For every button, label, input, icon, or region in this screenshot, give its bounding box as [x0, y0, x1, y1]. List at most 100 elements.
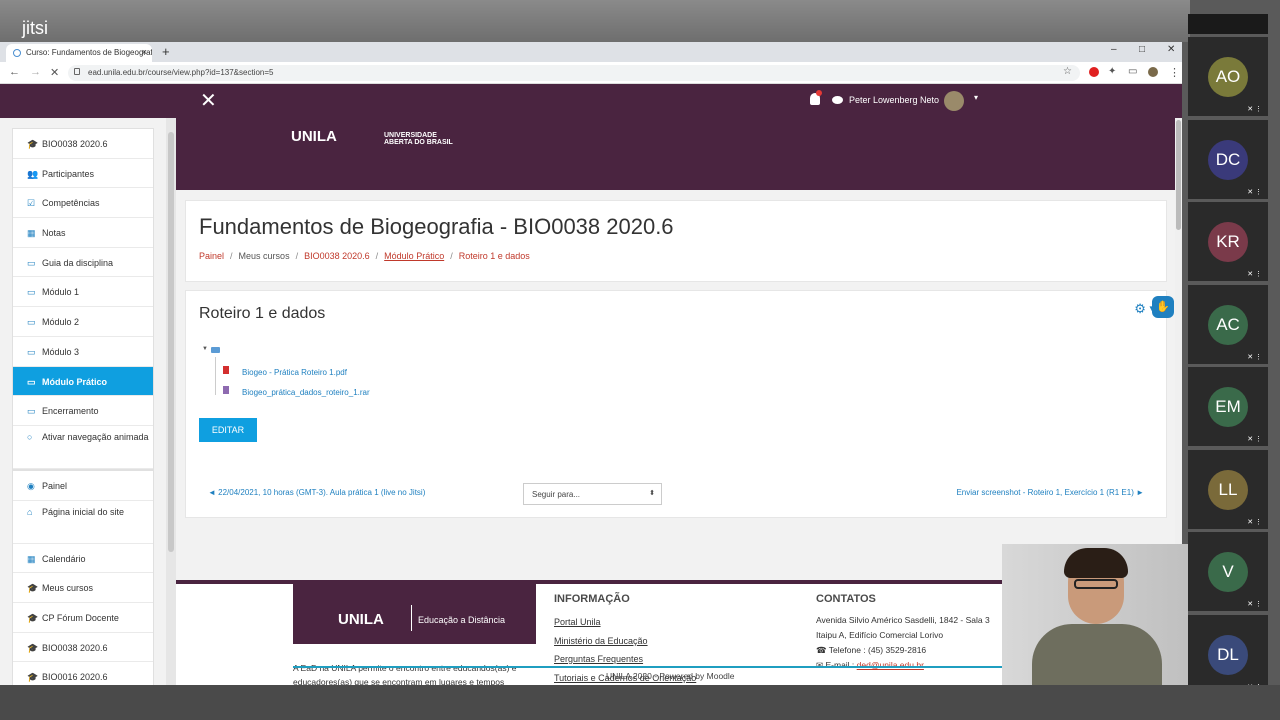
- header-banner: UNILA UNIVERSIDADE ABERTA DO BRASIL: [176, 118, 1176, 190]
- url-text[interactable]: ead.unila.edu.br/course/view.php?id=137&…: [88, 68, 273, 77]
- sidebar-item-group1-0[interactable]: 🎓 BIO0038 2020.6: [13, 129, 153, 159]
- section-title: Roteiro 1 e dados: [199, 305, 326, 322]
- participant-tile[interactable]: DL✕ ⋮: [1188, 614, 1268, 694]
- email-label: ✉ E-mail :: [816, 660, 855, 670]
- faq-link[interactable]: Perguntas Frequentes: [554, 654, 643, 664]
- notification-badge: [816, 90, 822, 96]
- participant-tile[interactable]: AO ✕ ⋮: [1188, 37, 1268, 116]
- participant-tile[interactable]: KR ✕ ⋮: [1188, 202, 1268, 281]
- sidebar-item-group2-4[interactable]: 🎓 CP Fórum Docente: [13, 603, 153, 633]
- menu-icon[interactable]: ⋮: [1169, 66, 1180, 79]
- participant-tile[interactable]: AC ✕ ⋮: [1188, 284, 1268, 364]
- email-link[interactable]: ded@unila.edu.br: [857, 660, 924, 670]
- page-scroll-thumb[interactable]: [1176, 120, 1181, 230]
- minimize-button[interactable]: –: [1111, 44, 1117, 55]
- breadcrumb-item-0[interactable]: Painel: [199, 251, 224, 261]
- check-square-icon: ☑: [27, 198, 36, 209]
- tree-expand-icon[interactable]: ▼: [202, 346, 208, 352]
- participant-avatar: EM: [1208, 387, 1248, 427]
- sidebar-item-group1-10[interactable]: ○ Ativar navegação animada: [13, 426, 153, 469]
- breadcrumb-item-3[interactable]: Módulo Prático: [384, 251, 444, 261]
- folder-icon: ▭: [27, 317, 36, 328]
- folder-icon[interactable]: [211, 347, 220, 353]
- sidebar-item-group1-2[interactable]: ☑ Competências: [13, 188, 153, 219]
- file-link-rar[interactable]: Biogeo_prática_dados_roteiro_1.rar: [242, 388, 370, 397]
- tab-course[interactable]: Curso: Fundamentos de Biogeografia ×: [6, 44, 152, 62]
- jump-to-value: Seguir para...: [532, 490, 581, 499]
- participant-tile[interactable]: LL ✕ ⋮: [1188, 449, 1268, 529]
- user-avatar[interactable]: [944, 91, 964, 111]
- table-icon: ▦: [27, 228, 36, 239]
- footer-logo-text: UNILA: [338, 611, 384, 628]
- sidebar-item-group2-1[interactable]: ⌂ Página inicial do site: [13, 501, 153, 544]
- sidebar-course-group: 🎓 BIO0038 2020.6 👥 Participantes ☑ Competênci…: [12, 128, 154, 470]
- breadcrumb-item-2[interactable]: BIO0038 2020.6: [304, 251, 370, 261]
- uab-logo: UNIVERSIDADE ABERTA DO BRASIL: [384, 132, 453, 146]
- forward-button[interactable]: →: [30, 66, 41, 78]
- breadcrumb-item-4[interactable]: Roteiro 1 e dados: [459, 251, 530, 261]
- address-line-2: Itaipu A, Edifício Comercial Lorivo: [816, 630, 944, 640]
- participant-tile-self[interactable]: [1188, 14, 1268, 34]
- accessibility-button[interactable]: ✋: [1152, 296, 1174, 318]
- sidebar-item-group1-9[interactable]: ▭ Encerramento: [13, 396, 153, 426]
- sidebar-item-group1-7[interactable]: ▭ Módulo 3: [13, 337, 153, 367]
- star-icon[interactable]: ☆: [1063, 66, 1072, 77]
- sidebar-item-label: Meus cursos: [42, 583, 94, 594]
- chat-icon[interactable]: [832, 96, 843, 104]
- close-drawer-button[interactable]: ✕: [200, 88, 217, 113]
- participant-avatar: AC: [1208, 304, 1248, 345]
- participant-tile[interactable]: DC ✕ ⋮: [1188, 119, 1268, 199]
- tab-bar: Curso: Fundamentos de Biogeografia × + –…: [0, 42, 1182, 62]
- sidebar-item-group2-6[interactable]: 🎓 BIO0016 2020.6: [13, 662, 153, 685]
- sidebar-item-label: Módulo Prático: [42, 376, 107, 387]
- stop-button[interactable]: ✕: [50, 66, 59, 79]
- sidebar-item-group2-3[interactable]: 🎓 Meus cursos: [13, 573, 153, 604]
- sidebar-item-group1-3[interactable]: ▦ Notas: [13, 218, 153, 248]
- speaker-body: [1032, 624, 1162, 685]
- cast-icon[interactable]: ▭: [1128, 66, 1137, 77]
- sidebar-item-group1-1[interactable]: 👥 Participantes: [13, 159, 153, 189]
- file-link-pdf[interactable]: Biogeo - Prática Roteiro 1.pdf: [242, 368, 347, 377]
- participant-tile[interactable]: EM ✕ ⋮: [1188, 367, 1268, 446]
- mec-link[interactable]: Ministério da Educação: [554, 636, 648, 646]
- prev-activity-link[interactable]: ◄ 22/04/2021, 10 horas (GMT-3). Aula prá…: [208, 488, 425, 497]
- sidebar-item-group1-4[interactable]: ▭ Guia da disciplina: [13, 248, 153, 278]
- course-sidebar: 🎓 BIO0038 2020.6 👥 Participantes ☑ Competênci…: [0, 118, 176, 685]
- calendar-icon: ▦: [27, 553, 36, 564]
- pdf-file-icon: [223, 366, 229, 374]
- sidebar-item-group1-6[interactable]: ▭ Módulo 2: [13, 307, 153, 337]
- participant-tile[interactable]: V ✕ ⋮: [1188, 532, 1268, 611]
- speaker-video[interactable]: [1002, 544, 1188, 685]
- breadcrumb: Painel / Meus cursos / BIO0038 2020.6 / Módulo…: [199, 251, 530, 261]
- sidebar-item-group1-5[interactable]: ▭ Módulo 1: [13, 277, 153, 308]
- sidebar-item-label: Guia da disciplina: [42, 257, 114, 268]
- muted-mic-icon: ✕ ⋮: [1247, 601, 1262, 608]
- puzzle-icon[interactable]: ✦: [1108, 66, 1116, 77]
- sidebar-item-label: Notas: [42, 228, 66, 239]
- folder-icon: ▭: [27, 346, 36, 357]
- chevron-down-icon[interactable]: ▾: [974, 93, 978, 102]
- close-window-button[interactable]: ✕: [1167, 44, 1175, 55]
- opera-extension-icon[interactable]: [1089, 67, 1099, 77]
- close-tab-icon[interactable]: ×: [142, 47, 147, 57]
- portal-unila-link[interactable]: Portal Unila: [554, 617, 601, 627]
- sidebar-item-group2-2[interactable]: ▦ Calendário: [13, 544, 153, 574]
- new-tab-button[interactable]: +: [162, 44, 170, 59]
- edit-button[interactable]: EDITAR: [199, 418, 257, 442]
- next-activity-link[interactable]: Enviar screenshot - Roteiro 1, Exercício…: [956, 488, 1144, 497]
- footer-logo: UNILA Educação a Distância: [293, 583, 536, 644]
- graduation-cap-icon: 🎓: [27, 583, 39, 594]
- maximize-button[interactable]: □: [1139, 44, 1145, 55]
- jump-to-select[interactable]: Seguir para... ⬍: [523, 483, 662, 505]
- participant-avatar: DL: [1208, 634, 1248, 675]
- sidebar-item-group2-5[interactable]: 🎓 BIO0038 2020.6: [13, 633, 153, 663]
- sidebar-item-group1-8[interactable]: ▭ Módulo Prático: [13, 366, 153, 397]
- folder-icon: ▭: [27, 406, 36, 417]
- sidebar-item-group2-0[interactable]: ◉ Painel: [13, 471, 153, 501]
- user-name[interactable]: Peter Lowenberg Neto: [849, 95, 939, 105]
- jitsi-top-bar: jitsi: [0, 0, 1190, 42]
- profile-avatar[interactable]: [1148, 67, 1158, 77]
- back-button[interactable]: ←: [9, 66, 20, 78]
- sidebar-scroll-thumb[interactable]: [168, 132, 174, 552]
- muted-mic-icon: ✕ ⋮: [1247, 353, 1262, 361]
